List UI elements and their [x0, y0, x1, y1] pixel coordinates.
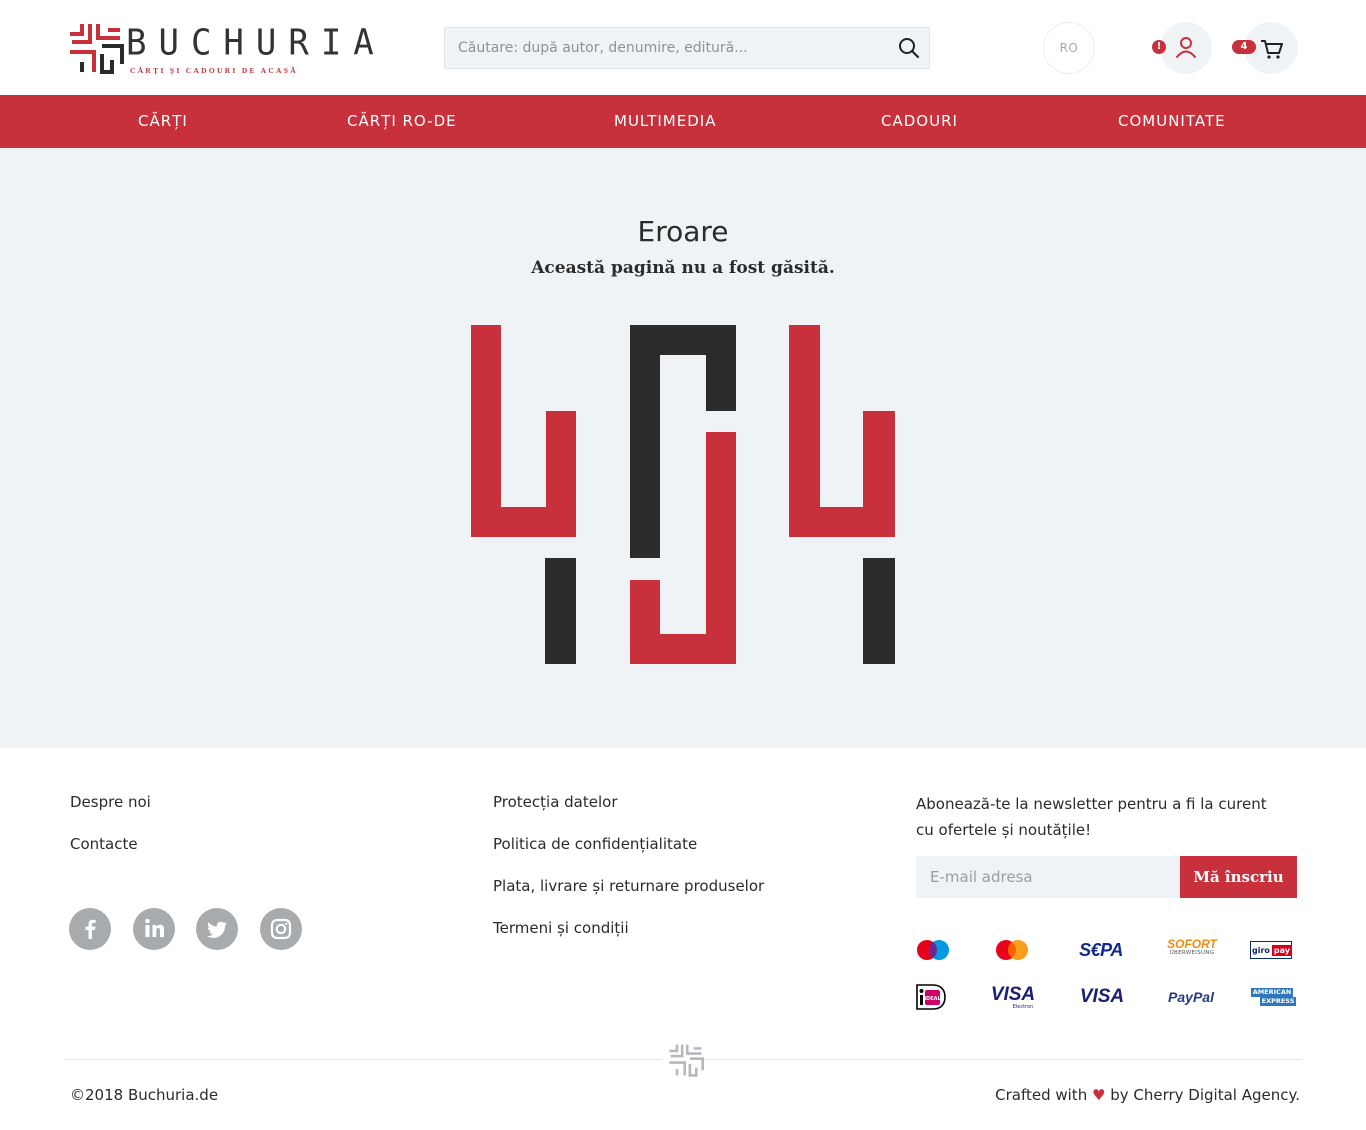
- logo-wordmark: BUCHURIA: [126, 22, 386, 65]
- linkedin-icon[interactable]: [133, 908, 175, 950]
- search-box: [444, 27, 930, 69]
- logo-mark-icon: [70, 24, 124, 74]
- mastercard-icon: [993, 937, 1031, 963]
- page-subtitle: Această pagină nu a fost găsită.: [531, 258, 835, 278]
- maestro-icon: [914, 937, 952, 963]
- twitter-icon[interactable]: [196, 908, 238, 950]
- ideal-logo-text: iDEAL: [924, 996, 941, 1002]
- footer-link-contacte[interactable]: Contacte: [70, 835, 138, 853]
- search-input[interactable]: [445, 28, 885, 68]
- account-alert-badge: !: [1152, 40, 1166, 54]
- logo-tagline: CĂRȚI ȘI CADOURI DE ACASĂ: [130, 66, 298, 75]
- ideal-icon: iDEAL: [914, 983, 948, 1011]
- footer-link-termeni-conditii[interactable]: Termeni și condiții: [493, 919, 629, 937]
- nav-item-multimedia[interactable]: MULTIMEDIA: [614, 95, 716, 148]
- agency-link[interactable]: by Cherry Digital Agency.: [1110, 1086, 1300, 1104]
- user-icon: [1176, 37, 1196, 58]
- footer-link-protectia-datelor[interactable]: Protecția datelor: [493, 793, 618, 811]
- facebook-icon[interactable]: [69, 908, 111, 950]
- newsletter-email-input[interactable]: [916, 856, 1181, 898]
- nav-item-carti-ro-de[interactable]: CĂRȚI RO-DE: [347, 95, 457, 148]
- footer-logo-mark-icon: [662, 1042, 704, 1078]
- nav-item-cadouri[interactable]: CADOURI: [881, 95, 958, 148]
- copyright: ©2018 Buchuria.de: [70, 1086, 219, 1104]
- newsletter-subscribe-button[interactable]: Mă înscriu: [1180, 856, 1297, 898]
- site-footer: Despre noi Contacte Protecția datelor Po…: [0, 748, 1366, 1130]
- nav-item-carti[interactable]: CĂRȚI: [138, 95, 188, 148]
- site-header: BUCHURIA CĂRȚI ȘI CADOURI DE ACASĂ RO ! …: [0, 0, 1366, 95]
- credits: Crafted with ♥ by Cherry Digital Agency.: [995, 1086, 1300, 1104]
- heart-icon: ♥: [1091, 1086, 1106, 1104]
- credits-prefix: Crafted with: [995, 1086, 1088, 1104]
- error-404-illustration: [471, 325, 895, 664]
- visa-logo: VISA: [1079, 986, 1125, 1007]
- error-section: Eroare Această pagină nu a fost găsită.: [0, 148, 1366, 748]
- main-nav: CĂRȚI CĂRȚI RO-DE MULTIMEDIA CADOURI COM…: [0, 95, 1366, 148]
- paypal-logo: PayPal: [1168, 989, 1214, 1005]
- logo[interactable]: BUCHURIA CĂRȚI ȘI CADOURI DE ACASĂ: [68, 20, 374, 76]
- account-button[interactable]: [1160, 22, 1212, 74]
- giropay-logo: giro pay: [1250, 941, 1293, 959]
- instagram-icon[interactable]: [260, 908, 302, 950]
- search-icon[interactable]: [897, 36, 921, 60]
- cart-count-badge: 4: [1232, 40, 1256, 54]
- nav-item-comunitate[interactable]: COMUNITATE: [1118, 95, 1226, 148]
- sofort-logo: SOFORT ÜBERWEISUNG: [1167, 936, 1217, 956]
- visa-electron-logo: VISA Electron: [990, 983, 1036, 1010]
- footer-link-politica-confidentialitate[interactable]: Politica de confidențialitate: [493, 835, 697, 853]
- page-title: Eroare: [637, 215, 729, 248]
- footer-link-despre-noi[interactable]: Despre noi: [70, 793, 151, 811]
- american-express-logo: AMERICAN EXPRESS: [1250, 988, 1297, 1006]
- language-switcher[interactable]: RO: [1043, 22, 1095, 74]
- footer-link-plata-livrare[interactable]: Plata, livrare și returnare produselor: [493, 877, 764, 895]
- newsletter-text: Abonează-te la newsletter pentru a fi la…: [916, 795, 1267, 839]
- sepa-logo: S€PA: [1079, 939, 1123, 960]
